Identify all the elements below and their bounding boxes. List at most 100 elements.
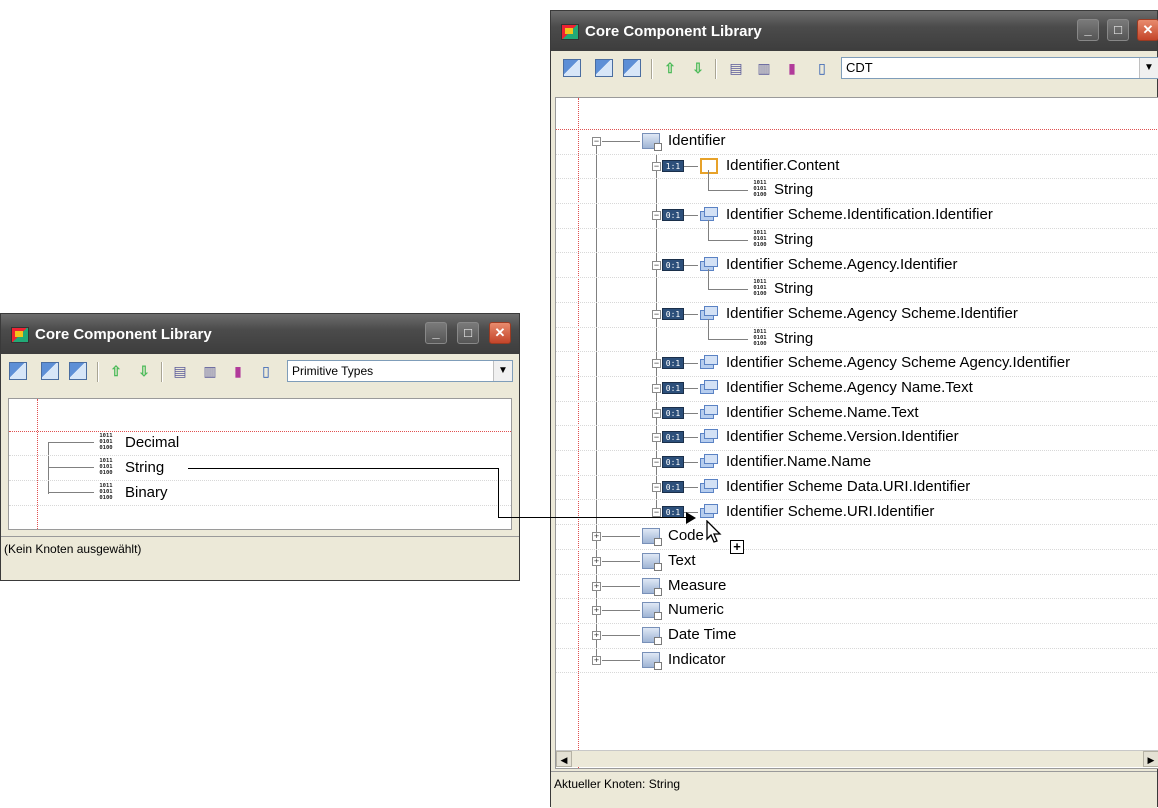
expand-toggle-icon[interactable]: +	[592, 655, 601, 665]
collapse-toggle-icon[interactable]: −	[652, 309, 661, 319]
toolbar: ⇧ ⇩ ▤ ▥ ▮ ▯ CDT ▼	[551, 51, 1158, 87]
print-setup-icon[interactable]: ▥	[755, 59, 773, 77]
tree-node[interactable]: + Text	[556, 549, 1158, 575]
data-type-icon	[642, 627, 662, 645]
tree-node-label: String	[774, 181, 814, 199]
tree-connector	[602, 141, 640, 142]
cardinality-badge: 0:1	[662, 357, 684, 370]
tree-node[interactable]: + Indicator	[556, 648, 1158, 674]
minimize-button[interactable]: _	[1077, 19, 1099, 41]
tree-node-label: Indicator	[668, 650, 726, 668]
cardinality-badge: 0:1	[662, 505, 684, 518]
close-button[interactable]: ✕	[1137, 19, 1158, 41]
new-library-icon[interactable]	[9, 362, 27, 380]
expand-toggle-icon[interactable]: +	[592, 631, 601, 640]
preview-icon[interactable]: ▯	[813, 59, 831, 77]
tree-connector	[602, 610, 640, 612]
list-item[interactable]: 1011 0101 0100 Decimal	[9, 431, 511, 456]
tree-node[interactable]: −0:1 Identifier Scheme.Agency.Identifier	[556, 253, 1158, 279]
tree-node[interactable]: −0:1 Identifier.Name.Name	[556, 450, 1158, 476]
title-bar[interactable]: Core Component Library _ □ ✕	[1, 314, 519, 354]
chevron-down-icon[interactable]: ▼	[1139, 58, 1158, 78]
tree-node[interactable]: + Date Time	[556, 623, 1158, 649]
move-up-icon[interactable]: ⇧	[107, 362, 125, 380]
tree-node[interactable]: −0:1 Identifier Scheme.Agency Scheme Agen…	[556, 351, 1158, 377]
expand-toggle-icon[interactable]: +	[592, 532, 601, 542]
collapse-toggle-icon[interactable]: −	[652, 507, 661, 517]
tree-panel[interactable]: − Identifier −1:1 Identifier.Content 1011 01…	[555, 97, 1158, 769]
tree-node-label: Identifier Scheme.Version.Identifier	[726, 428, 959, 446]
close-button[interactable]: ✕	[489, 322, 511, 344]
toolbar-separator	[651, 59, 653, 79]
print-icon[interactable]: ▤	[727, 59, 745, 77]
scroll-left-icon[interactable]: ◀	[556, 751, 572, 767]
expand-toggle-icon[interactable]: +	[592, 606, 601, 616]
collapse-toggle-icon[interactable]: −	[652, 260, 661, 270]
tree-node[interactable]: − Identifier	[556, 129, 1158, 155]
add-element-icon[interactable]	[595, 59, 613, 77]
move-down-icon[interactable]: ⇩	[689, 59, 707, 77]
tree-node[interactable]: + Numeric	[556, 598, 1158, 624]
book-icon[interactable]: ▮	[783, 59, 801, 77]
collapse-toggle-icon[interactable]: −	[652, 161, 661, 171]
library-type-select[interactable]: CDT ▼	[841, 57, 1158, 79]
collapse-toggle-icon[interactable]: −	[652, 433, 661, 443]
tree-node[interactable]: −0:1 Identifier Scheme.Agency Name.Text	[556, 376, 1158, 402]
chevron-down-icon[interactable]: ▼	[493, 361, 512, 381]
collapse-toggle-icon[interactable]: −	[652, 359, 661, 369]
tree-node[interactable]: −0:1 Identifier Scheme.Version.Identifier	[556, 425, 1158, 452]
collapse-toggle-icon[interactable]: −	[652, 458, 661, 468]
expand-toggle-icon[interactable]: +	[592, 556, 601, 566]
new-library-icon[interactable]	[563, 59, 581, 77]
tree-connector	[602, 585, 640, 587]
icon-part	[704, 503, 718, 514]
library-type-select[interactable]: Primitive Types ▼	[287, 360, 513, 382]
tree-node[interactable]: −1:1 Identifier.Content	[556, 154, 1158, 180]
tree-node-label: String	[774, 280, 814, 298]
tree-panel[interactable]: 1011 0101 0100 Decimal 1011 0101 0100 St…	[8, 398, 512, 530]
horizontal-scrollbar[interactable]: ◀ ▶	[556, 750, 1158, 767]
list-item[interactable]: 1011 0101 0100 String	[556, 219, 1158, 254]
collapse-toggle-icon[interactable]: −	[652, 408, 661, 418]
move-up-icon[interactable]: ⇧	[661, 59, 679, 77]
edit-element-icon[interactable]	[69, 362, 87, 380]
list-item[interactable]: 1011 0101 0100 String	[556, 170, 1158, 205]
drag-path-line	[498, 468, 499, 518]
collapse-toggle-icon[interactable]: −	[652, 482, 661, 492]
binary-type-icon: 1011 0101 0100	[753, 328, 767, 347]
move-down-icon[interactable]: ⇩	[135, 362, 153, 380]
cardinality-badge: 0:1	[662, 406, 684, 419]
scroll-right-icon[interactable]: ▶	[1143, 751, 1158, 767]
tree-node[interactable]: + Measure	[556, 574, 1158, 600]
maximize-button[interactable]: □	[457, 322, 479, 344]
print-icon[interactable]: ▤	[171, 362, 189, 380]
title-bar[interactable]: Core Component Library _ □ ✕	[551, 11, 1158, 51]
tree-node[interactable]: −0:1 Identifier Scheme.URI.Identifier	[556, 500, 1158, 526]
data-type-icon	[642, 602, 662, 621]
collapse-toggle-icon[interactable]: −	[592, 137, 601, 146]
preview-icon[interactable]: ▯	[257, 362, 275, 380]
tree-connector	[684, 264, 698, 266]
binary-type-icon: 1011 0101 0100	[99, 433, 113, 451]
tree-node[interactable]: + Code	[556, 524, 1158, 550]
add-element-icon[interactable]	[41, 362, 59, 380]
tree-node[interactable]: −0:1 Identifier Scheme.Name.Text	[556, 401, 1158, 427]
print-setup-icon[interactable]: ▥	[201, 362, 219, 380]
tree-node-label: Code	[668, 527, 704, 545]
collapse-toggle-icon[interactable]: −	[652, 211, 661, 221]
minimize-button[interactable]: _	[425, 322, 447, 344]
app-icon	[11, 327, 29, 343]
tree-connector	[48, 492, 94, 493]
maximize-button[interactable]: □	[1107, 19, 1129, 41]
book-icon[interactable]: ▮	[229, 362, 247, 380]
collapse-toggle-icon[interactable]: −	[652, 384, 661, 393]
list-item[interactable]: 1011 0101 0100 String	[556, 318, 1158, 353]
cardinality-badge: 0:1	[662, 209, 684, 222]
tree-node[interactable]: −0:1 Identifier Scheme.Agency Scheme.Iden…	[556, 302, 1158, 328]
tree-node[interactable]: −0:1 Identifier Scheme Data.URI.Identifie…	[556, 475, 1158, 501]
tree-node[interactable]: −0:1 Identifier Scheme.Identification.Ide…	[556, 203, 1158, 229]
edit-element-icon[interactable]	[623, 59, 641, 77]
expand-toggle-icon[interactable]: +	[592, 581, 601, 591]
list-item[interactable]: 1011 0101 0100 Binary	[9, 481, 511, 506]
list-item[interactable]: 1011 0101 0100 String	[556, 269, 1158, 303]
